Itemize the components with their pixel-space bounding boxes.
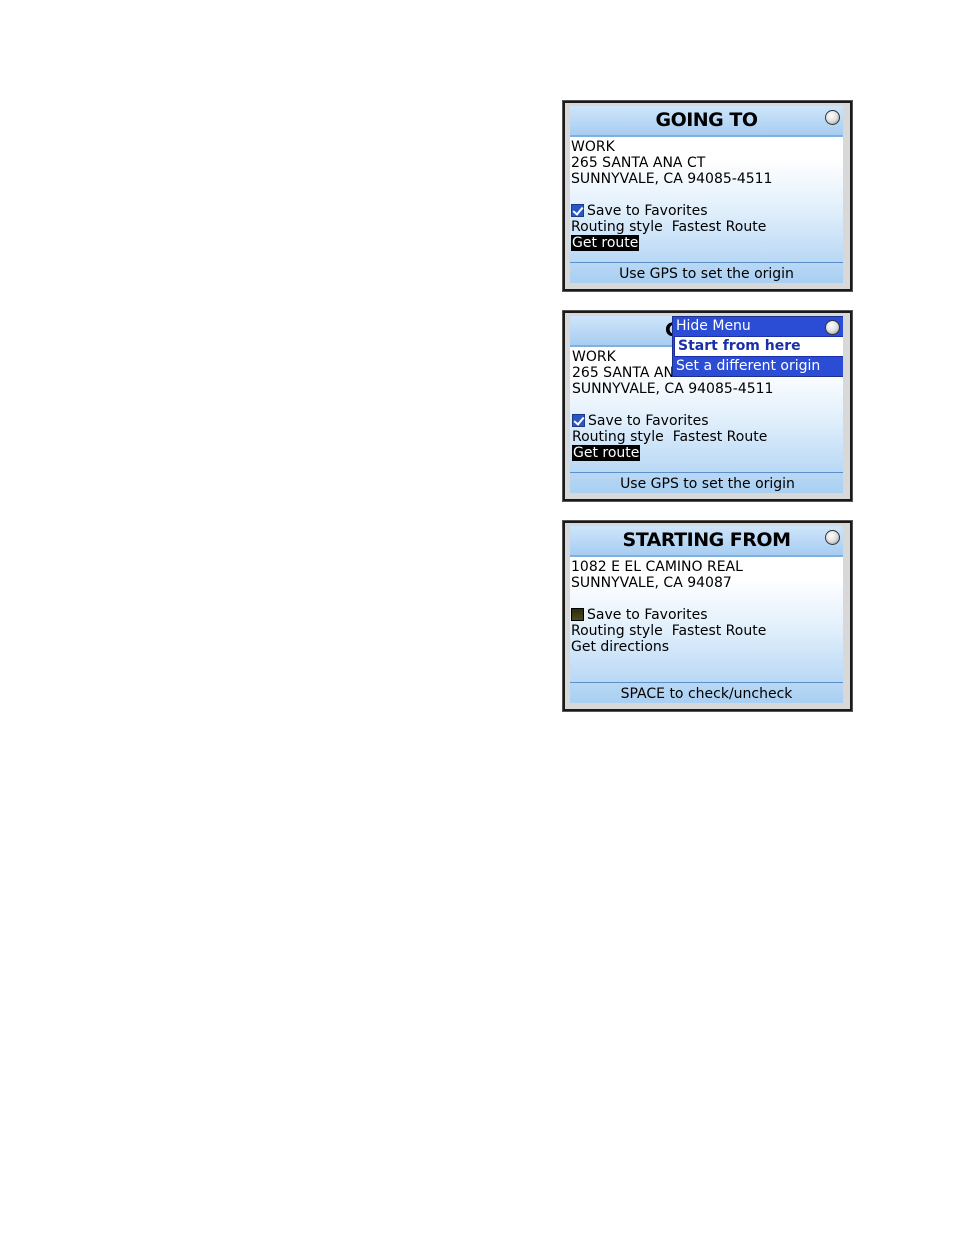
routing-style-row[interactable]: Routing style Fastest Route xyxy=(571,219,766,235)
get-directions-button[interactable]: Get directions xyxy=(571,639,669,655)
get-route-row[interactable]: Get route xyxy=(572,445,641,461)
destination-name: WORK xyxy=(571,139,615,155)
routing-style-value[interactable]: Fastest Route xyxy=(672,623,767,639)
routing-style-label: Routing style xyxy=(571,219,663,235)
destination-name: WORK xyxy=(572,349,616,365)
destination-street: 265 SANTA ANA xyxy=(572,365,684,381)
routing-style-row[interactable]: Routing style Fastest Route xyxy=(571,623,766,639)
save-favorites-row[interactable]: Save to Favorites xyxy=(571,203,708,219)
checkbox-checked-icon[interactable] xyxy=(572,414,585,427)
checkbox-unchecked-icon[interactable] xyxy=(571,608,584,621)
save-favorites-label: Save to Favorites xyxy=(587,607,708,623)
menu-item-start-from-here[interactable]: Start from here xyxy=(674,336,843,357)
going-to-screen: GOING TO WORK 265 SANTA ANA CT SUNNYVALE… xyxy=(562,100,853,292)
starting-from-screen: STARTING FROM 1082 E EL CAMINO REAL SUNN… xyxy=(562,520,853,712)
gps-status-icon-overlay xyxy=(825,320,840,335)
screen-title: GOING TO xyxy=(655,109,758,131)
save-favorites-row[interactable]: Save to Favorites xyxy=(572,413,709,429)
destination-street: 265 SANTA ANA CT xyxy=(571,155,706,171)
gps-status-icon xyxy=(825,530,840,545)
footer-divider xyxy=(570,682,843,683)
menu-item-set-different-origin[interactable]: Set a different origin xyxy=(673,357,843,376)
screen-content: G WORK 265 SANTA ANA SUNNYVALE, CA 94085… xyxy=(570,316,843,493)
title-bar: GOING TO xyxy=(570,106,843,137)
title-bar: STARTING FROM xyxy=(570,526,843,557)
routing-style-value[interactable]: Fastest Route xyxy=(672,219,767,235)
footer-hint: Use GPS to set the origin xyxy=(619,266,794,282)
screen-title: STARTING FROM xyxy=(622,529,791,551)
screen-content: STARTING FROM 1082 E EL CAMINO REAL SUNN… xyxy=(570,526,843,703)
routing-style-row[interactable]: Routing style Fastest Route xyxy=(572,429,767,445)
origin-city: SUNNYVALE, CA 94087 xyxy=(571,575,732,591)
footer-hint: SPACE to check/uncheck xyxy=(620,686,793,702)
save-favorites-label: Save to Favorites xyxy=(588,413,709,429)
routing-style-label: Routing style xyxy=(571,623,663,639)
destination-city: SUNNYVALE, CA 94085-4511 xyxy=(571,171,773,187)
menu-item-hide-menu[interactable]: Hide Menu xyxy=(673,317,843,336)
save-favorites-row[interactable]: Save to Favorites xyxy=(571,607,708,623)
routing-style-value[interactable]: Fastest Route xyxy=(673,429,768,445)
get-route-row[interactable]: Get route xyxy=(571,235,640,251)
routing-style-label: Routing style xyxy=(572,429,664,445)
going-to-menu-screen: G WORK 265 SANTA ANA SUNNYVALE, CA 94085… xyxy=(562,310,853,502)
context-menu: Hide Menu Start from here Set a differen… xyxy=(672,316,843,377)
gps-status-icon xyxy=(825,110,840,125)
get-route-button[interactable]: Get route xyxy=(571,235,640,251)
get-directions-row[interactable]: Get directions xyxy=(571,639,669,655)
footer-divider xyxy=(570,472,843,473)
save-favorites-label: Save to Favorites xyxy=(587,203,708,219)
footer-divider xyxy=(570,262,843,263)
get-route-button[interactable]: Get route xyxy=(572,445,641,461)
checkbox-checked-icon[interactable] xyxy=(571,204,584,217)
screen-content: GOING TO WORK 265 SANTA ANA CT SUNNYVALE… xyxy=(570,106,843,283)
destination-city: SUNNYVALE, CA 94085-4511 xyxy=(572,381,774,397)
footer-hint: Use GPS to set the origin xyxy=(620,476,795,492)
origin-street: 1082 E EL CAMINO REAL xyxy=(571,559,743,575)
